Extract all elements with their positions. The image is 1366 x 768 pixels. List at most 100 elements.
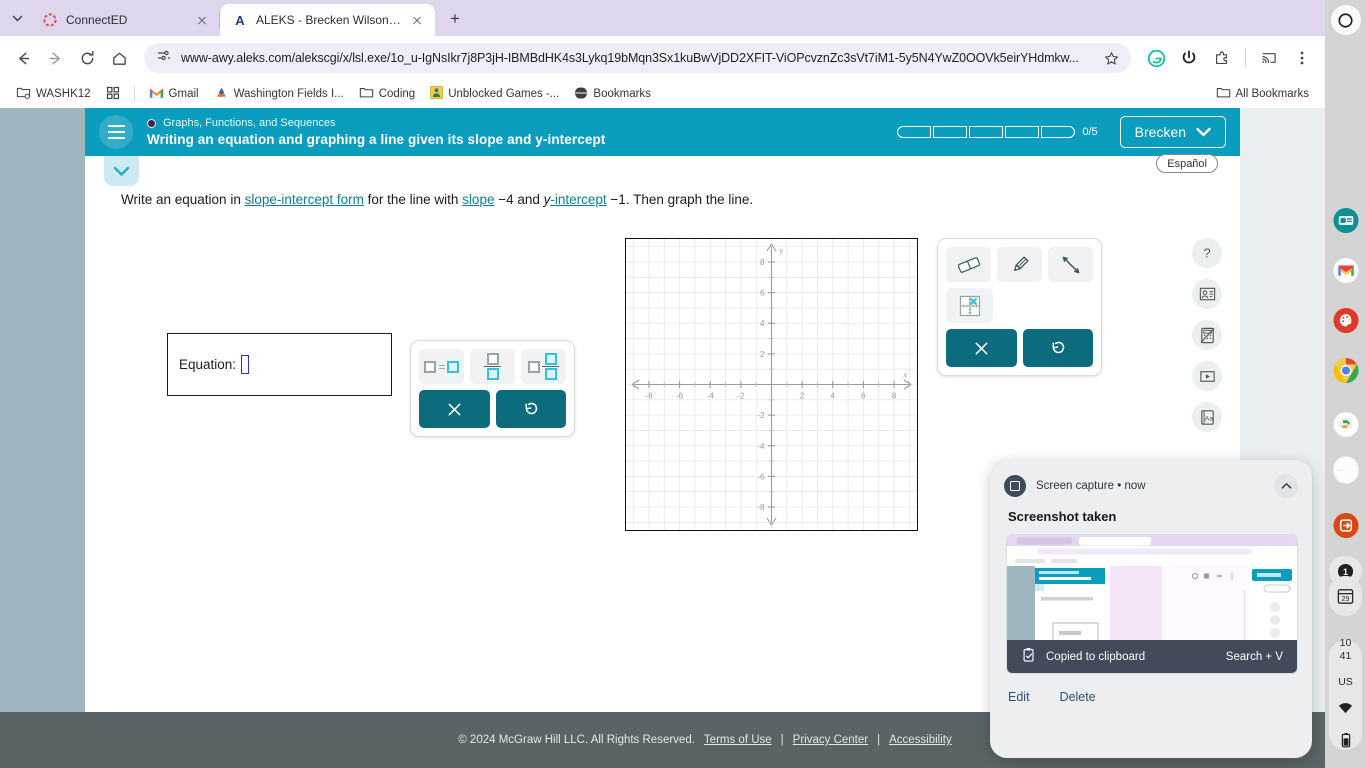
progress-segment [1005, 126, 1040, 138]
pencil-icon[interactable] [997, 247, 1042, 282]
folder-gear-icon [16, 85, 31, 103]
help-question-icon[interactable]: ? [1192, 238, 1222, 268]
edit-screenshot-button[interactable]: Edit [1008, 690, 1030, 704]
grammarly-icon[interactable] [1141, 43, 1171, 73]
graph-svg: -8 -6 -4 -2 2 4 6 8 8 6 4 2 -2 -4 -6 -8 x y [626, 239, 917, 530]
status-tray[interactable]: 10 41 US [1329, 637, 1362, 753]
battery-icon [1341, 732, 1351, 753]
equation-input-caret[interactable] [241, 355, 250, 374]
video-play-icon[interactable] [1192, 361, 1222, 391]
clear-x-icon[interactable] [419, 390, 490, 428]
tab-strip: ConnectED A ALEKS - Brecken Wilson - Lea… [0, 0, 1325, 36]
bookmark-washington-fields[interactable]: Washington Fields I... [208, 83, 350, 105]
menu-hamburger-icon[interactable] [99, 115, 133, 149]
line-segment-icon[interactable] [1048, 247, 1093, 282]
slope-link[interactable]: slope [462, 192, 494, 207]
all-bookmarks-button[interactable]: All Bookmarks [1210, 83, 1316, 105]
address-bar[interactable]: www-awy.aleks.com/alekscgi/x/lsl.exe/1o_… [144, 43, 1131, 73]
box-equals-box-icon[interactable]: = [419, 349, 464, 384]
reload-icon[interactable] [72, 43, 102, 73]
bookmark-unblocked-games[interactable]: Unblocked Games -... [424, 83, 565, 105]
bookmark-divider [133, 86, 135, 102]
tutorial-person-icon[interactable] [1192, 279, 1222, 309]
svg-text:4: 4 [831, 392, 836, 401]
clock-display: 10 41 [1340, 637, 1352, 663]
chrome-menu-icon[interactable] [1287, 43, 1317, 73]
extensions-icon[interactable] [1207, 43, 1237, 73]
clipboard-check-icon [1021, 647, 1037, 666]
intercept-link[interactable]: -intercept [550, 192, 606, 207]
progress-segment [1041, 126, 1076, 138]
bookmark-apps-grid[interactable] [100, 83, 126, 106]
signout-app-icon[interactable] [1332, 512, 1359, 539]
gmail-app-icon[interactable] [1332, 257, 1359, 284]
svg-text:6: 6 [861, 392, 866, 401]
terms-of-use-link[interactable]: Terms of Use [704, 734, 772, 746]
calculator-disabled-icon[interactable] [1192, 320, 1222, 350]
screen-capture-notification[interactable]: Screen capture • now Screenshot taken Co… [990, 460, 1312, 758]
paint-app-icon[interactable] [1332, 307, 1359, 334]
dictionary-icon[interactable]: Aa [1192, 402, 1222, 432]
chromeos-shelf: 1 29 10 41 US [1325, 0, 1366, 768]
fraction-icon[interactable] [470, 349, 515, 384]
delete-screenshot-button[interactable]: Delete [1060, 690, 1096, 704]
graph-action-row [946, 329, 1093, 367]
chevron-up-icon[interactable] [1274, 474, 1298, 498]
chrome-app-icon[interactable] [1332, 357, 1359, 384]
bookmark-bookmarks[interactable]: Bookmarks [568, 83, 657, 106]
calendar-tray-button[interactable]: 29 [1329, 576, 1362, 616]
privacy-center-link[interactable]: Privacy Center [793, 734, 868, 746]
bookmark-star-icon[interactable] [1101, 48, 1121, 68]
bookmark-coding[interactable]: Coding [353, 83, 421, 105]
circle-launcher-icon[interactable] [1330, 5, 1361, 35]
toolbar-divider [1245, 49, 1246, 67]
site-info-icon[interactable] [156, 48, 172, 69]
plot-point-icon[interactable] [946, 288, 993, 323]
close-icon[interactable] [194, 12, 210, 28]
coordinate-plane-graph[interactable]: -8 -6 -4 -2 2 4 6 8 8 6 4 2 -2 -4 -6 -8 x y [625, 238, 918, 531]
cast-icon[interactable] [1254, 43, 1284, 73]
power-icon[interactable] [1174, 43, 1204, 73]
close-icon[interactable] [409, 12, 425, 28]
espanol-button[interactable]: Español [1156, 154, 1218, 173]
home-icon[interactable] [104, 43, 134, 73]
calendar-day-number: 29 [1342, 595, 1350, 603]
progress-indicator: 0/5 [897, 126, 1098, 138]
back-arrow-icon[interactable] [8, 43, 38, 73]
notification-time: now [1124, 480, 1146, 492]
collapse-panel-button[interactable] [104, 156, 139, 186]
undo-icon[interactable] [495, 390, 566, 428]
svg-text:8: 8 [760, 258, 765, 267]
browser-tab-connected[interactable]: ConnectED [30, 4, 220, 36]
svg-text:?: ? [1203, 246, 1210, 261]
tab-search-chevron-icon[interactable] [4, 5, 30, 31]
svg-text:y: y [779, 245, 784, 255]
slope-intercept-form-link[interactable]: slope-intercept form [245, 192, 364, 207]
clear-x-icon[interactable] [946, 329, 1017, 367]
mixed-number-icon[interactable] [521, 349, 566, 384]
bookmark-gmail[interactable]: Gmail [143, 84, 205, 105]
question-part-3: −4 and [494, 192, 544, 207]
question-part-4: −1. Then graph the line. [606, 192, 754, 207]
undo-icon[interactable] [1022, 329, 1093, 367]
blank-app-icon[interactable] [1332, 455, 1359, 485]
svg-text:-4: -4 [757, 442, 765, 451]
bookmark-washk12[interactable]: WASHK12 [10, 82, 97, 106]
accessibility-link[interactable]: Accessibility [889, 734, 952, 746]
new-tab-button[interactable]: + [441, 5, 469, 33]
recovery-app-icon[interactable] [1332, 411, 1359, 438]
keypad-action-row [419, 390, 566, 428]
clock-hour: 10 [1339, 637, 1352, 650]
user-menu-button[interactable]: Brecken [1119, 116, 1226, 148]
browser-tab-aleks[interactable]: A ALEKS - Brecken Wilson - Learn [220, 4, 435, 36]
svg-text:4: 4 [760, 319, 765, 328]
eraser-icon[interactable] [946, 247, 991, 282]
notification-app-label: Screen capture • now [1036, 480, 1146, 492]
graph-tool-row [946, 247, 1093, 282]
equation-answer-box[interactable]: Equation: [167, 333, 392, 396]
chevron-down-icon [1196, 124, 1211, 140]
clipboard-status-bar: Copied to clipboard Search + V [1007, 640, 1297, 673]
screenshot-thumbnail[interactable]: Copied to clipboard Search + V [1006, 534, 1298, 674]
connected-app-icon[interactable] [1332, 207, 1359, 234]
forward-arrow-icon[interactable] [40, 43, 70, 73]
